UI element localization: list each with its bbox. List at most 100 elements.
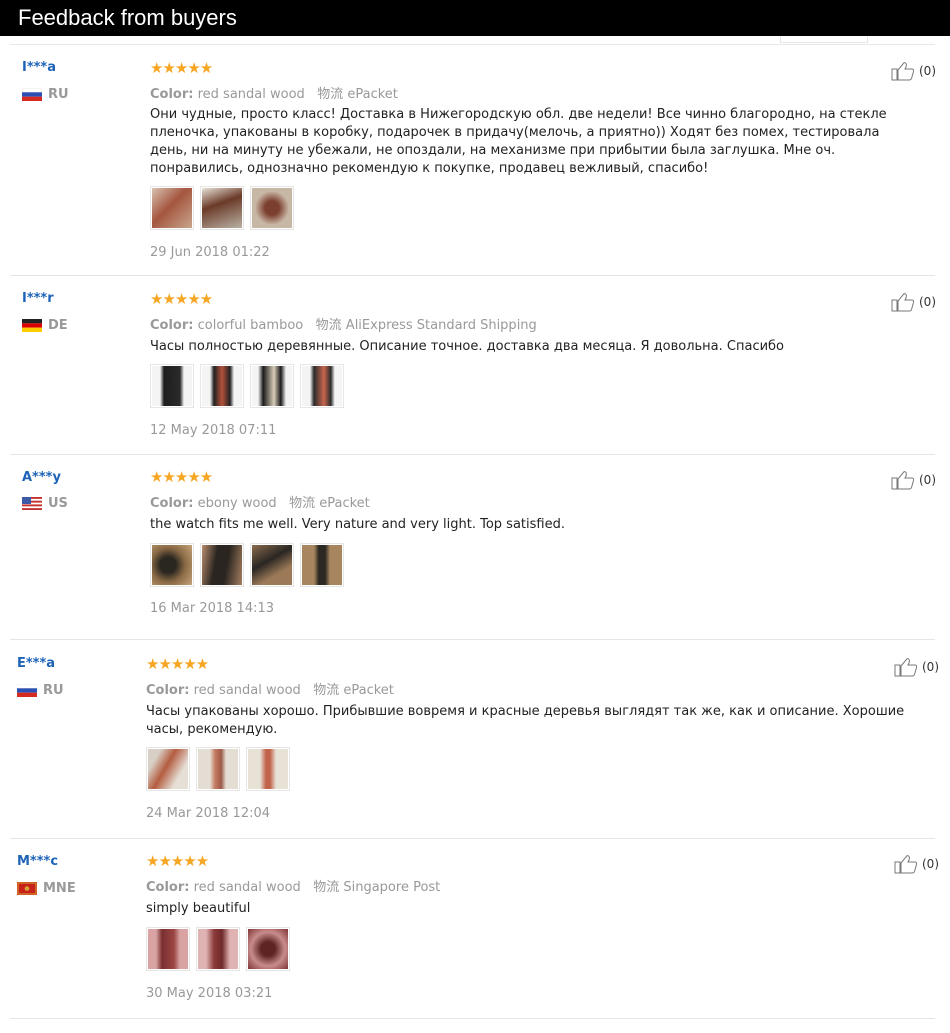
review-text: simply beautiful bbox=[146, 901, 251, 916]
shipping-value: ePacket bbox=[343, 683, 394, 698]
shipping-label: 物流 bbox=[313, 880, 340, 895]
flag-de-icon bbox=[22, 319, 42, 332]
photo-list bbox=[146, 927, 290, 971]
review-text: Часы полностью деревянные. Описание точн… bbox=[150, 339, 785, 354]
like-button[interactable]: (0) bbox=[891, 292, 936, 312]
review-meta: Color: red sandal wood 物流 ePacket bbox=[150, 83, 398, 102]
like-button[interactable]: (0) bbox=[894, 657, 939, 677]
review-date: 29 Jun 2018 01:22 bbox=[150, 245, 270, 260]
review-photo[interactable] bbox=[300, 543, 344, 587]
thumbs-up-icon bbox=[894, 855, 918, 874]
shipping-label: 物流 bbox=[315, 318, 342, 333]
like-count: (0) bbox=[922, 857, 939, 871]
review-date: 24 Mar 2018 12:04 bbox=[146, 806, 271, 821]
review-photo[interactable] bbox=[246, 747, 290, 791]
reviewer-name[interactable]: I***r bbox=[22, 291, 54, 306]
color-value: red sandal wood bbox=[193, 683, 301, 698]
like-count: (0) bbox=[919, 473, 936, 487]
color-label: Color: bbox=[146, 683, 190, 698]
country-code: RU bbox=[43, 683, 64, 698]
color-value: colorful bamboo bbox=[197, 318, 304, 333]
photo-list bbox=[150, 186, 294, 230]
flag-ru-icon bbox=[17, 684, 37, 697]
thumbs-up-icon bbox=[894, 658, 918, 677]
shipping-value: ePacket bbox=[319, 496, 370, 511]
color-value: red sandal wood bbox=[197, 87, 305, 102]
reviewer-name[interactable]: A***y bbox=[22, 470, 61, 485]
review-photo[interactable] bbox=[150, 364, 194, 408]
divider bbox=[10, 1018, 935, 1019]
like-count: (0) bbox=[919, 64, 936, 78]
review-meta: Color: red sandal wood 物流 Singapore Post bbox=[146, 876, 440, 895]
color-label: Color: bbox=[150, 318, 194, 333]
review-photo[interactable] bbox=[146, 747, 190, 791]
star-rating: ★★★★★ bbox=[150, 290, 213, 308]
review-photo[interactable] bbox=[246, 927, 290, 971]
tab-stub bbox=[780, 36, 868, 43]
country-code: DE bbox=[48, 318, 68, 333]
thumbs-up-icon bbox=[891, 62, 915, 81]
shipping-label: 物流 bbox=[313, 683, 340, 698]
color-label: Color: bbox=[146, 880, 190, 895]
color-value: ebony wood bbox=[197, 496, 277, 511]
review-photo[interactable] bbox=[146, 927, 190, 971]
review-photo[interactable] bbox=[196, 747, 240, 791]
shipping-label: 物流 bbox=[289, 496, 316, 511]
review-date: 30 May 2018 03:21 bbox=[146, 986, 273, 1001]
review-date: 12 May 2018 07:11 bbox=[150, 423, 277, 438]
divider bbox=[10, 639, 935, 640]
color-label: Color: bbox=[150, 496, 194, 511]
color-label: Color: bbox=[150, 87, 194, 102]
shipping-value: AliExpress Standard Shipping bbox=[345, 318, 537, 333]
shipping-value: ePacket bbox=[347, 87, 398, 102]
review-photo[interactable] bbox=[200, 186, 244, 230]
shipping-value: Singapore Post bbox=[343, 880, 441, 895]
like-count: (0) bbox=[919, 295, 936, 309]
photo-list bbox=[150, 364, 344, 408]
photo-list bbox=[146, 747, 290, 791]
like-count: (0) bbox=[922, 660, 939, 674]
feedback-header: Feedback from buyers bbox=[0, 0, 950, 36]
thumbs-up-icon bbox=[891, 293, 915, 312]
shipping-label: 物流 bbox=[317, 87, 344, 102]
review-meta: Color: colorful bamboo 物流 AliExpress Sta… bbox=[150, 314, 537, 333]
divider bbox=[10, 838, 935, 839]
like-button[interactable]: (0) bbox=[891, 470, 936, 490]
review-photo[interactable] bbox=[196, 927, 240, 971]
like-button[interactable]: (0) bbox=[891, 61, 936, 81]
review-text: Они чудные, просто класс! Доставка в Ниж… bbox=[150, 107, 887, 176]
like-button[interactable]: (0) bbox=[894, 854, 939, 874]
review-photo[interactable] bbox=[150, 543, 194, 587]
review-date: 16 Mar 2018 14:13 bbox=[150, 601, 275, 616]
photo-list bbox=[150, 543, 344, 587]
review-photo[interactable] bbox=[150, 186, 194, 230]
reviewer-name[interactable]: I***a bbox=[22, 60, 56, 75]
star-rating: ★★★★★ bbox=[146, 655, 209, 673]
review-photo[interactable] bbox=[200, 364, 244, 408]
review-photo[interactable] bbox=[300, 364, 344, 408]
star-rating: ★★★★★ bbox=[150, 59, 213, 77]
feedback-title: Feedback from buyers bbox=[18, 5, 237, 30]
thumbs-up-icon bbox=[891, 471, 915, 490]
review-text: Часы упакованы хорошо. Прибывшие вовремя… bbox=[146, 704, 905, 737]
review-photo[interactable] bbox=[250, 186, 294, 230]
reviewer-name[interactable]: E***a bbox=[17, 656, 55, 671]
review-meta: Color: red sandal wood 物流 ePacket bbox=[146, 679, 394, 698]
country-code: US bbox=[48, 496, 68, 511]
star-rating: ★★★★★ bbox=[150, 468, 213, 486]
flag-us-icon bbox=[22, 497, 42, 510]
review-photo[interactable] bbox=[200, 543, 244, 587]
divider bbox=[10, 275, 935, 276]
country-code: RU bbox=[48, 87, 69, 102]
color-value: red sandal wood bbox=[193, 880, 301, 895]
star-rating: ★★★★★ bbox=[146, 852, 209, 870]
review-meta: Color: ebony wood 物流 ePacket bbox=[150, 492, 370, 511]
review-photo[interactable] bbox=[250, 364, 294, 408]
country-code: MNE bbox=[43, 881, 76, 896]
divider bbox=[10, 44, 935, 45]
flag-mne-icon bbox=[17, 882, 37, 895]
review-photo[interactable] bbox=[250, 543, 294, 587]
reviewer-name[interactable]: M***c bbox=[17, 854, 58, 869]
flag-ru-icon bbox=[22, 88, 42, 101]
review-text: the watch fits me well. Very nature and … bbox=[150, 517, 565, 532]
